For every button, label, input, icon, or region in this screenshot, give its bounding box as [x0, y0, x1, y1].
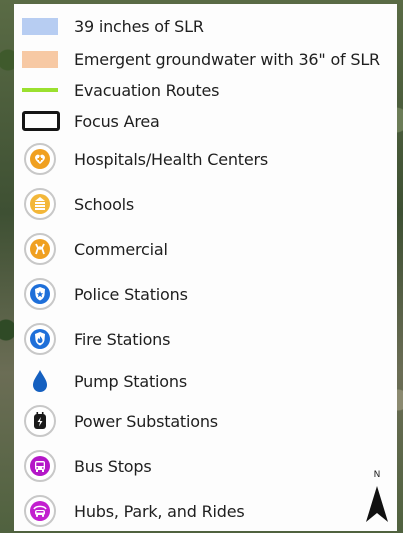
legend-item-police-stations: Police Stations — [14, 277, 397, 311]
north-arrow: N — [364, 470, 390, 526]
legend-item-fire-stations: Fire Stations — [14, 322, 397, 356]
legend-label: Fire Stations — [74, 329, 171, 349]
power-substation-icon — [24, 405, 56, 437]
legend-item-groundwater: Emergent groundwater with 36" of SLR — [14, 48, 397, 70]
legend-label: Hospitals/Health Centers — [74, 149, 269, 169]
legend-item-pump-stations: Pump Stations — [14, 366, 397, 396]
focus-area-box — [22, 111, 60, 131]
legend-label: Police Stations — [74, 284, 188, 304]
legend-item-bus-stops: Bus Stops — [14, 449, 397, 483]
slr-swatch — [22, 17, 58, 35]
legend-item-commercial: Commercial — [14, 232, 397, 266]
map-legend: 39 inches of SLR Emergent groundwater wi… — [14, 4, 397, 531]
legend-item-hospitals: Hospitals/Health Centers — [14, 142, 397, 176]
evacuation-route-line — [22, 88, 58, 92]
fire-icon — [24, 323, 56, 355]
north-arrow-icon — [366, 486, 388, 522]
legend-label: 39 inches of SLR — [74, 16, 204, 36]
legend-item-focus-area: Focus Area — [14, 110, 397, 132]
legend-label: Bus Stops — [74, 456, 152, 476]
water-drop-icon — [24, 365, 56, 397]
police-icon — [24, 278, 56, 310]
bus-icon — [24, 450, 56, 482]
legend-item-slr: 39 inches of SLR — [14, 15, 397, 37]
legend-label: Power Substations — [74, 411, 218, 431]
hospital-icon — [24, 143, 56, 175]
legend-item-power-substations: Power Substations — [14, 404, 397, 438]
legend-label: Pump Stations — [74, 371, 187, 391]
commercial-icon — [24, 233, 56, 265]
legend-label: Evacuation Routes — [74, 80, 220, 100]
groundwater-swatch — [22, 50, 58, 68]
north-letter: N — [373, 470, 381, 480]
legend-label: Commercial — [74, 239, 168, 259]
legend-item-schools: Schools — [14, 187, 397, 221]
legend-label: Emergent groundwater with 36" of SLR — [74, 49, 380, 69]
legend-item-park-and-rides: Hubs, Park, and Rides — [14, 494, 397, 528]
legend-label: Schools — [74, 194, 135, 214]
legend-label: Hubs, Park, and Rides — [74, 501, 245, 521]
school-icon — [24, 188, 56, 220]
park-ride-icon — [24, 495, 56, 527]
legend-label: Focus Area — [74, 111, 160, 131]
legend-item-evacuation-routes: Evacuation Routes — [14, 79, 397, 101]
